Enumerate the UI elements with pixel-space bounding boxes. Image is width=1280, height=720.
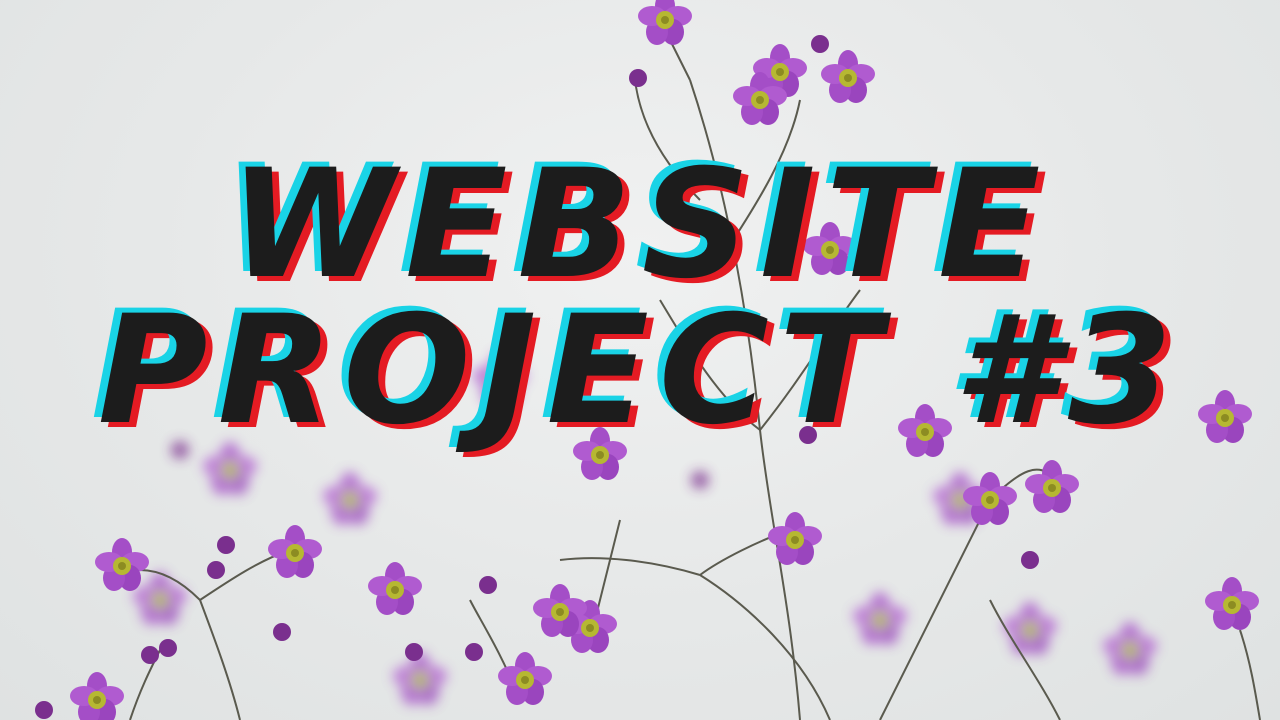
headline-line-1: WEBSITE [229,138,1051,312]
headline-line-2: PROJECT #3 [97,284,1183,458]
thumbnail-canvas: WEBSITE PROJECT #3 [0,0,1280,720]
